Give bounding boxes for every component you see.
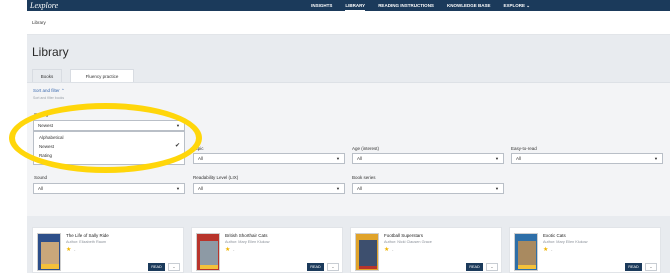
- book-card[interactable]: Football Superstars Author: Nicki Clause…: [350, 227, 502, 273]
- sort-filter-subtext: Sort and filter books: [33, 96, 65, 100]
- nav-item-library[interactable]: LIBRARY: [345, 0, 366, 11]
- chevron-down-icon: ▼: [654, 156, 658, 161]
- chevron-down-icon: ▼: [495, 156, 499, 161]
- book-author: Author: Mary Ellen Klukow: [543, 240, 588, 244]
- more-options-button[interactable]: ⌄: [327, 263, 339, 271]
- book-rating: -: [233, 247, 235, 252]
- book-card[interactable]: Exotic Cats Author: Mary Ellen Klukow ★ …: [509, 227, 661, 273]
- nav-item-reading-instructions[interactable]: READING INSTRUCTIONS: [378, 0, 434, 11]
- book-author: Author: Mary Ellen Klukow: [225, 240, 270, 244]
- sound-label: Sound: [34, 175, 48, 180]
- page-title: Library: [32, 45, 69, 59]
- sound-value: All: [38, 186, 44, 191]
- book-cover[interactable]: [355, 233, 379, 271]
- more-options-button[interactable]: ⌄: [168, 263, 180, 271]
- book-author: Author: Elizabeth Raum: [66, 240, 107, 244]
- book-card[interactable]: The Life of Sally Ride Author: Elizabeth…: [32, 227, 184, 273]
- sound-select[interactable]: All ▼: [33, 183, 185, 194]
- book-series-value: All: [357, 186, 363, 191]
- sort-filter-toggle[interactable]: Sort and filter ⌃: [33, 88, 65, 94]
- chevron-down-icon: ▼: [336, 156, 340, 161]
- book-rating: -: [551, 247, 553, 252]
- nav-item-insights[interactable]: INSIGHTS: [311, 0, 332, 11]
- easy-to-read-label: Easy-to-read: [511, 146, 537, 151]
- readability-level-label: Readability Level (LIX): [193, 175, 239, 180]
- more-options-button[interactable]: ⌄: [486, 263, 498, 271]
- book-cover[interactable]: [37, 233, 61, 271]
- age-interest-value: All: [357, 156, 363, 161]
- more-options-button[interactable]: ⌄: [645, 263, 657, 271]
- book-rating: -: [74, 247, 76, 252]
- book-title[interactable]: The Life of Sally Ride: [66, 233, 109, 238]
- book-cover[interactable]: [196, 233, 220, 271]
- brand-logo[interactable]: Lexplore: [30, 1, 58, 10]
- chevron-down-icon: ▼: [176, 186, 180, 191]
- readability-level-value: All: [198, 186, 204, 191]
- age-interest-label: Age (interest): [352, 146, 380, 151]
- star-icon: ★: [384, 247, 390, 253]
- chevron-down-icon: ▼: [495, 186, 499, 191]
- topic-select[interactable]: All ▼: [193, 153, 345, 164]
- star-icon: ★: [543, 247, 549, 253]
- tab-books[interactable]: Books: [32, 69, 62, 82]
- highlight-ellipse: [9, 103, 202, 173]
- readability-level-select[interactable]: All ▼: [193, 183, 345, 194]
- read-button[interactable]: READ: [148, 263, 165, 271]
- age-interest-select[interactable]: All ▼: [352, 153, 504, 164]
- tab-fluency-practice[interactable]: Fluency practice: [70, 69, 134, 82]
- top-nav: INSIGHTS LIBRARY READING INSTRUCTIONS KN…: [298, 0, 530, 11]
- book-title[interactable]: British Shorthair Cats: [225, 233, 268, 238]
- book-title[interactable]: Football Superstars: [384, 233, 423, 238]
- topic-value: All: [198, 156, 204, 161]
- book-author: Author: Nicki Clausen Grace: [384, 240, 432, 244]
- top-nav-bar: Lexplore INSIGHTS LIBRARY READING INSTRU…: [27, 0, 670, 11]
- book-card[interactable]: British Shorthair Cats Author: Mary Elle…: [191, 227, 343, 273]
- book-title[interactable]: Exotic Cats: [543, 233, 566, 238]
- breadcrumb[interactable]: Library: [32, 20, 46, 25]
- read-button[interactable]: READ: [466, 263, 483, 271]
- book-rating: -: [392, 247, 394, 252]
- star-icon: ★: [225, 247, 231, 253]
- easy-to-read-select[interactable]: All ▼: [511, 153, 663, 164]
- read-button[interactable]: READ: [307, 263, 324, 271]
- book-series-label: Book series: [352, 175, 376, 180]
- read-button[interactable]: READ: [625, 263, 642, 271]
- easy-to-read-value: All: [516, 156, 522, 161]
- chevron-down-icon: ▼: [336, 186, 340, 191]
- book-cover[interactable]: [514, 233, 538, 271]
- page: Lexplore INSIGHTS LIBRARY READING INSTRU…: [0, 0, 670, 273]
- nav-item-knowledge-base[interactable]: KNOWLEDGE BASE: [447, 0, 491, 11]
- book-series-select[interactable]: All ▼: [352, 183, 504, 194]
- breadcrumb-bar: Library: [27, 11, 670, 35]
- nav-item-explore[interactable]: EXPLORE ⌄: [503, 0, 530, 11]
- star-icon: ★: [66, 247, 72, 253]
